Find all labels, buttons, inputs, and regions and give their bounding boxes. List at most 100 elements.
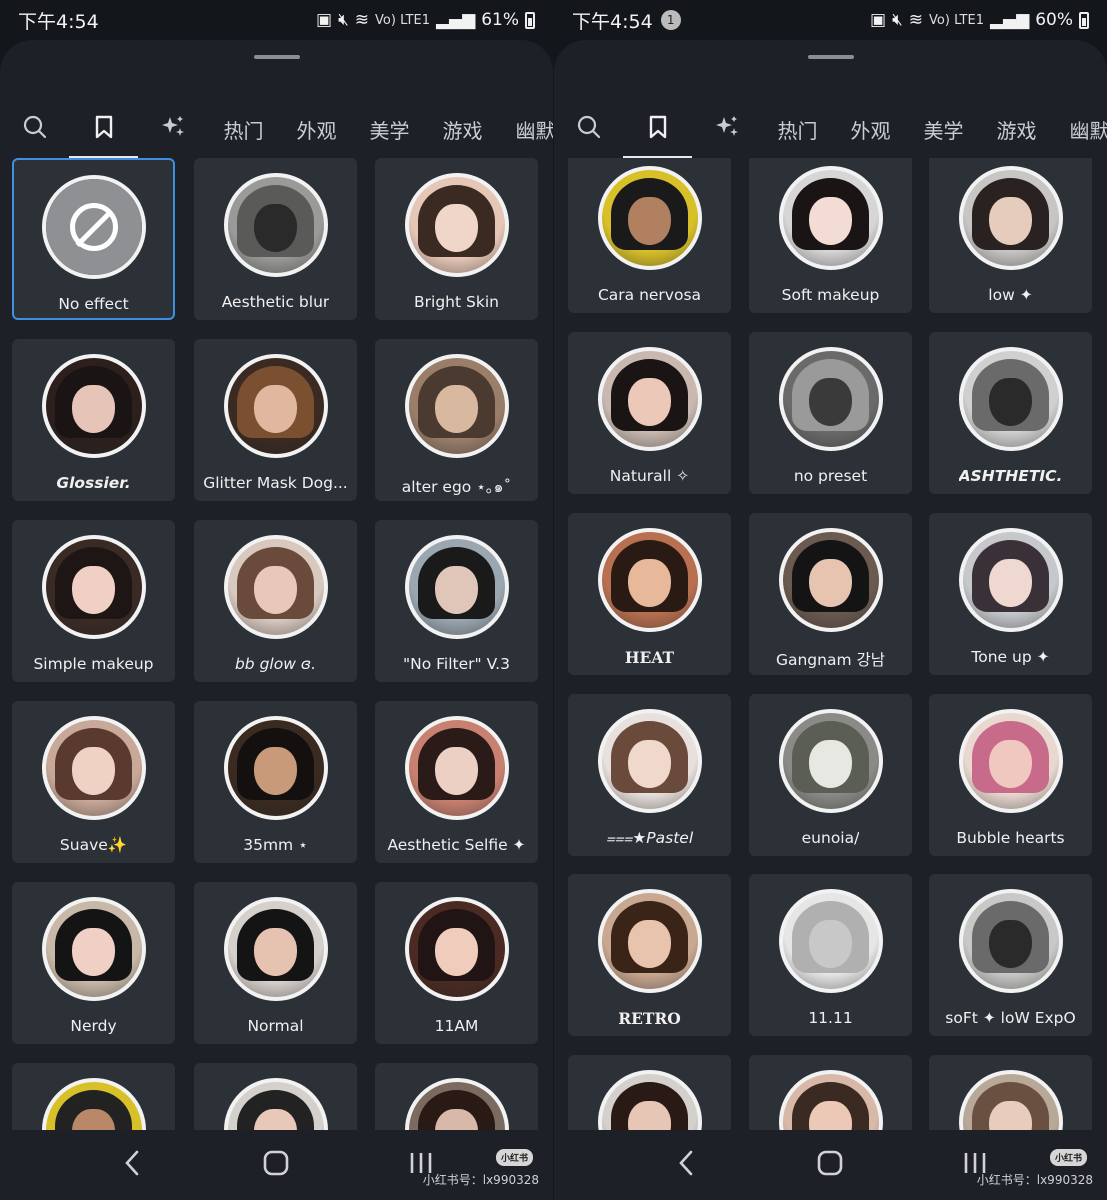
effect-thumbnail (597, 347, 702, 451)
effect-card[interactable]: Nerdy (12, 882, 175, 1044)
effect-card[interactable]: 35mm ⋆ (194, 701, 357, 863)
effect-card[interactable]: No effect (12, 158, 175, 320)
tab-search[interactable] (0, 100, 69, 158)
mute-icon: 🔇︎ (338, 10, 349, 30)
effect-card[interactable]: bb glow ɞ. (194, 520, 357, 682)
back-button[interactable] (666, 1145, 706, 1185)
watermark: 小红书 小红书号：lx990328 (976, 1149, 1093, 1188)
effect-card[interactable]: alter ego ⋆｡๑˚ (375, 339, 538, 501)
effect-card[interactable] (194, 1063, 357, 1130)
effect-label: Glitter Mask Dog... (203, 474, 348, 492)
effect-card[interactable]: Cara nervosa (568, 158, 731, 313)
watermark: 小红书 小红书号：lx990328 (423, 1149, 539, 1188)
effect-thumbnail (223, 1078, 328, 1130)
effect-label: Glossier. (56, 474, 131, 492)
sparkle-icon (714, 114, 740, 145)
effect-card[interactable]: Glitter Mask Dog... (194, 339, 357, 501)
effect-card[interactable]: ASHTHETIC. (929, 332, 1092, 494)
search-icon (22, 114, 48, 145)
effect-label: 35mm ⋆ (243, 836, 308, 854)
home-button[interactable] (810, 1145, 850, 1185)
home-icon (816, 1149, 844, 1181)
effect-card[interactable]: Aesthetic Selfie ✦ (375, 701, 538, 863)
effect-card[interactable] (929, 1055, 1092, 1130)
tab-category[interactable]: 热门 (207, 100, 280, 158)
watermark-text: 小红书号：lx990328 (976, 1173, 1093, 1187)
home-button[interactable] (256, 1145, 296, 1185)
effect-thumbnail (778, 166, 883, 270)
tab-category[interactable]: 外观 (834, 100, 907, 158)
effect-label: 11AM (434, 1017, 479, 1035)
status-icons: ▣ 🔇︎ ≋ Vo) LTE1 ▂▄▆ 60% (870, 10, 1089, 30)
effect-card[interactable]: Simple makeup (12, 520, 175, 682)
effect-card[interactable]: Bright Skin (375, 158, 538, 320)
tab-category[interactable]: 游戏 (426, 100, 499, 158)
tab-search[interactable] (554, 100, 623, 158)
sheet-drag-handle[interactable] (807, 55, 854, 59)
tab-category[interactable]: 热门 (761, 100, 834, 158)
effect-card[interactable]: Normal (194, 882, 357, 1044)
back-button[interactable] (112, 1145, 152, 1185)
effect-thumbnail (41, 535, 146, 639)
effect-card[interactable]: Naturall ✧ (568, 332, 731, 494)
tab-trending[interactable] (138, 100, 207, 158)
effect-card[interactable]: low ✦ (929, 158, 1092, 313)
effect-card[interactable]: 11AM (375, 882, 538, 1044)
effect-label: Bubble hearts (956, 829, 1065, 847)
effect-label: Aesthetic blur (221, 293, 330, 311)
effect-card[interactable]: Glossier. (12, 339, 175, 501)
effect-label: "No Filter" V.3 (403, 655, 510, 673)
effect-card[interactable] (12, 1063, 175, 1130)
category-tabs: 热门 外观 美学 游戏 幽默 (0, 100, 553, 158)
effect-card[interactable]: Gangnam 강남 (749, 513, 912, 675)
battery-percent: 60% (1035, 10, 1073, 30)
effect-card[interactable]: Aesthetic blur (194, 158, 357, 320)
effect-label: Suave✨ (59, 836, 128, 854)
effect-card[interactable]: no preset (749, 332, 912, 494)
tab-category[interactable]: 幽默 (499, 100, 554, 158)
effect-card[interactable]: RETRO (568, 874, 731, 1036)
effect-card[interactable]: Bubble hearts (929, 694, 1092, 856)
effect-card[interactable] (568, 1055, 731, 1130)
tab-category[interactable]: 美学 (907, 100, 980, 158)
back-icon (122, 1148, 142, 1182)
effect-card[interactable]: ⩶★Pastel (568, 694, 731, 856)
effect-card[interactable]: eunoia/ (749, 694, 912, 856)
tab-category[interactable]: 美学 (353, 100, 426, 158)
system-nav-bar: 小红书 小红书号：lx990328 (554, 1130, 1107, 1200)
status-time: 下午4:54 (18, 10, 99, 33)
effect-thumbnail (958, 347, 1063, 451)
effect-card[interactable]: Tone up ✦ (929, 513, 1092, 675)
tab-saved[interactable] (69, 100, 138, 158)
effect-card[interactable] (749, 1055, 912, 1130)
effect-label: Tone up ✦ (971, 648, 1050, 666)
back-icon (676, 1148, 696, 1182)
effect-thumbnail (778, 347, 883, 451)
effects-grid: No effect Aesthetic blur Bright Skin Glossi… (0, 158, 553, 1130)
effect-card[interactable]: soFt ✦ loW ExpO (929, 874, 1092, 1036)
tab-category[interactable]: 幽默 (1053, 100, 1107, 158)
tab-category[interactable]: 游戏 (980, 100, 1053, 158)
effect-card[interactable]: "No Filter" V.3 (375, 520, 538, 682)
effect-label: Bright Skin (414, 293, 499, 311)
notification-count-badge: 1 (660, 10, 681, 30)
effect-card[interactable]: 11.11 (749, 874, 912, 1036)
effect-label: Simple makeup (33, 655, 154, 673)
status-bar: 下午4:54 ▣ 🔇︎ ≋ Vo) LTE1 ▂▄▆ 61% (0, 0, 553, 40)
effect-label: No effect (58, 295, 129, 313)
tab-trending[interactable] (692, 100, 761, 158)
tab-saved[interactable] (623, 100, 692, 158)
wifi-icon: ≋ (354, 10, 370, 30)
effect-card[interactable] (375, 1063, 538, 1130)
effect-thumbnail (404, 535, 509, 639)
clipboard-icon: ▣ (316, 10, 333, 30)
effect-thumbnail (597, 166, 702, 270)
effect-card[interactable]: HEAT (568, 513, 731, 675)
sheet-drag-handle[interactable] (253, 55, 300, 59)
effect-card[interactable]: Soft makeup (749, 158, 912, 313)
effect-card[interactable]: Suave✨ (12, 701, 175, 863)
effect-thumbnail (41, 175, 146, 279)
tab-category[interactable]: 外观 (280, 100, 353, 158)
no-effect-icon (45, 179, 142, 275)
effect-thumbnail (41, 897, 146, 1001)
